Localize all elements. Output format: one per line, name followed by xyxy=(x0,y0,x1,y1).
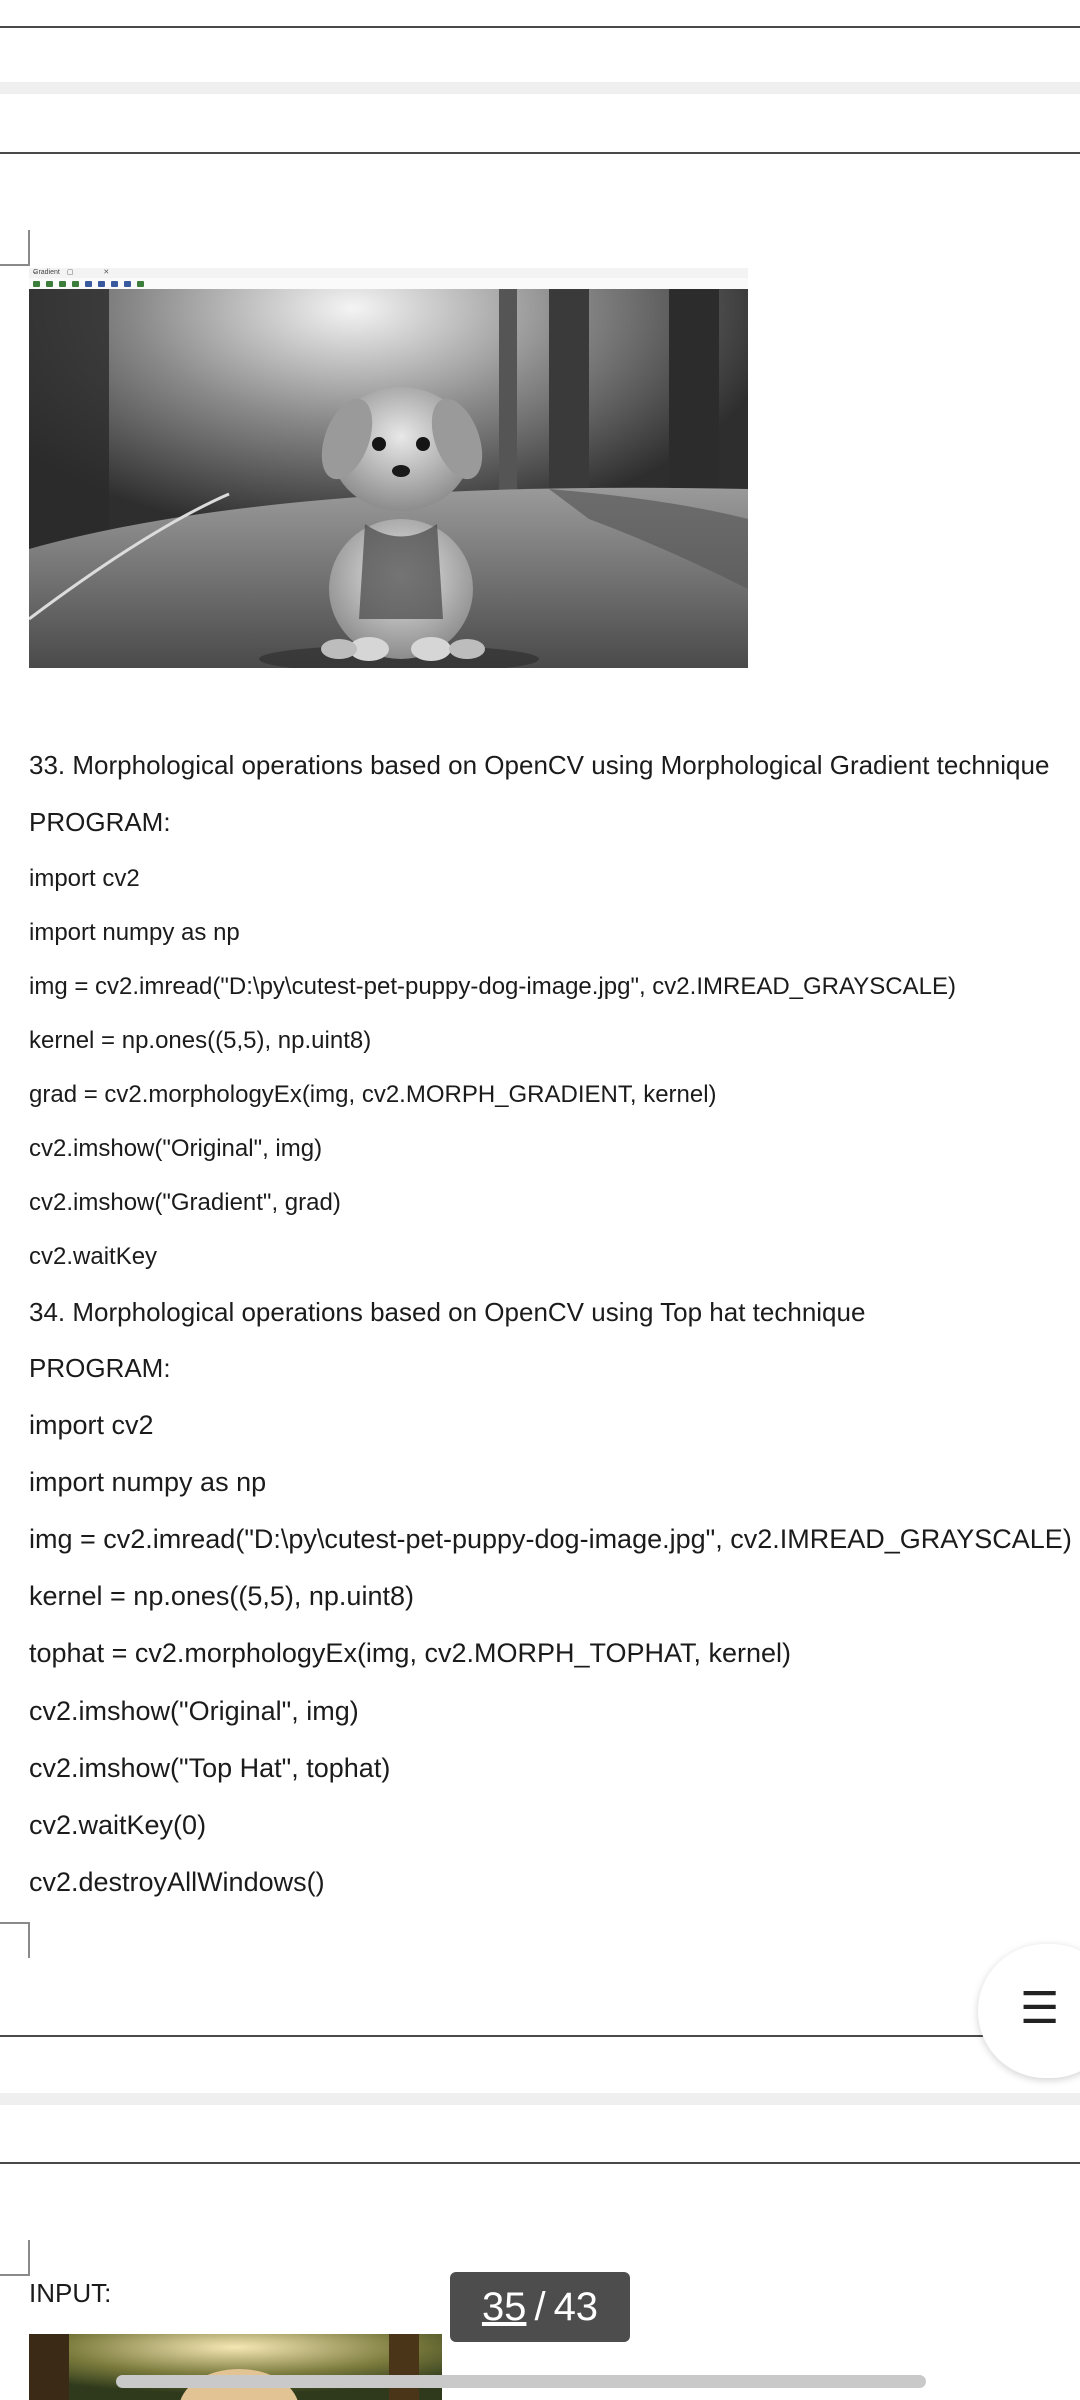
input-label: INPUT: xyxy=(29,2278,112,2308)
code-line: import cv2 xyxy=(29,865,140,892)
toolbar-save-icon xyxy=(137,280,144,287)
page-divider xyxy=(0,2162,1080,2164)
code-line: cv2.imshow("Gradient", grad) xyxy=(29,1189,341,1216)
code-line: tophat = cv2.morphologyEx(img, cv2.MORPH… xyxy=(29,1638,792,1668)
toolbar-arrow-icon xyxy=(46,280,53,287)
code-line: cv2.waitKey(0) xyxy=(29,1810,207,1840)
puppy-color-image xyxy=(29,2334,442,2400)
section-34-heading: 34. Morphological operations based on Op… xyxy=(29,1297,866,1327)
page-current: 35 xyxy=(481,2284,527,2329)
horizontal-scrollbar[interactable] xyxy=(116,2375,926,2388)
toolbar-zoom-icon xyxy=(111,280,118,287)
code-line: grad = cv2.morphologyEx(img, cv2.MORPH_G… xyxy=(29,1081,717,1108)
page-divider xyxy=(0,2035,1080,2037)
puppy-grayscale-image xyxy=(29,289,748,668)
page-total: 43 xyxy=(553,2284,599,2329)
menu-button[interactable]: ☰ xyxy=(978,1944,1080,2078)
code-line: img = cv2.imread("D:\py\cutest-pet-puppy… xyxy=(29,1524,1072,1554)
page-separator: / xyxy=(534,2284,546,2329)
page-gap xyxy=(0,2093,1080,2105)
toolbar-arrow-icon xyxy=(59,280,66,287)
page-divider xyxy=(0,152,1080,154)
embedded-window-toolbar xyxy=(29,278,748,289)
section-34-program-label: PROGRAM: xyxy=(29,1353,171,1383)
code-line: img = cv2.imread("D:\py\cutest-pet-puppy… xyxy=(29,973,956,1000)
code-line: cv2.imshow("Original", img) xyxy=(29,1135,323,1162)
section-33-program-label: PROGRAM: xyxy=(29,807,171,837)
page-divider-top xyxy=(0,26,1080,28)
page-corner-mark xyxy=(0,2240,30,2276)
toolbar-zoom-icon xyxy=(124,280,131,287)
code-line: kernel = np.ones((5,5), np.uint8) xyxy=(29,1581,414,1611)
toolbar-arrow-icon xyxy=(33,280,40,287)
code-line: import numpy as np xyxy=(29,1467,267,1497)
toolbar-zoom-icon xyxy=(85,280,92,287)
toolbar-zoom-icon xyxy=(98,280,105,287)
code-line: cv2.imshow("Top Hat", tophat) xyxy=(29,1753,391,1783)
page-corner-mark xyxy=(0,1922,30,1958)
toolbar-arrow-icon xyxy=(72,280,79,287)
code-line: import cv2 xyxy=(29,1410,154,1440)
page-indicator[interactable]: 35 / 43 xyxy=(450,2272,630,2342)
page-corner-mark xyxy=(0,230,30,266)
code-line: kernel = np.ones((5,5), np.uint8) xyxy=(29,1027,372,1054)
embedded-window-titlebar: Gradient – ▢ ✕ xyxy=(29,268,748,278)
embedded-window-controls: – ▢ ✕ xyxy=(33,269,124,276)
section-33-heading: 33. Morphological operations based on Op… xyxy=(29,750,1050,780)
code-line: import numpy as np xyxy=(29,919,240,946)
code-line: cv2.destroyAllWindows() xyxy=(29,1867,325,1897)
output-screenshot: Gradient – ▢ ✕ xyxy=(29,268,748,668)
hamburger-menu-icon: ☰ xyxy=(1020,1984,1060,2033)
input-image xyxy=(29,2334,442,2400)
code-line: cv2.waitKey xyxy=(29,1243,158,1270)
code-line: cv2.imshow("Original", img) xyxy=(29,1696,359,1726)
page-gap xyxy=(0,82,1080,94)
